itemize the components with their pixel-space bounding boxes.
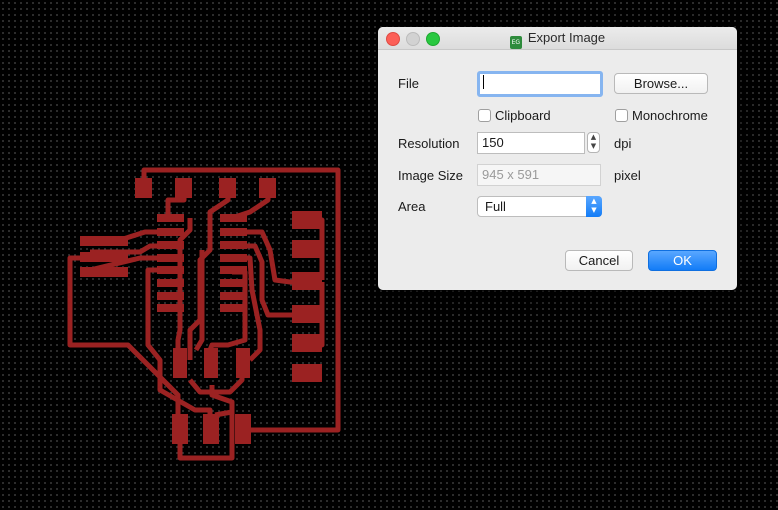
- file-label: File: [398, 76, 419, 91]
- resolution-label: Resolution: [398, 136, 460, 151]
- image-size-field: 945 x 591: [477, 164, 601, 186]
- stepper-up-icon[interactable]: ▲: [588, 133, 599, 142]
- window-title: Export Image: [527, 30, 606, 45]
- monochrome-checkbox[interactable]: [615, 109, 628, 122]
- monochrome-label[interactable]: Monochrome: [632, 108, 708, 123]
- resolution-stepper[interactable]: ▲ ▼: [587, 132, 600, 153]
- file-input[interactable]: [477, 71, 603, 97]
- chevron-up-down-icon[interactable]: ▲ ▼: [586, 196, 602, 217]
- resolution-unit: dpi: [614, 136, 632, 151]
- clipboard-label[interactable]: Clipboard: [495, 108, 551, 123]
- stepper-down-icon[interactable]: ▼: [588, 142, 599, 151]
- dialog-titlebar[interactable]: EG Export Image: [378, 27, 737, 50]
- area-label: Area: [398, 199, 426, 214]
- cancel-button[interactable]: Cancel: [565, 250, 633, 271]
- area-select[interactable]: Full ▲ ▼: [477, 196, 602, 217]
- resolution-input[interactable]: 150: [477, 132, 585, 154]
- clipboard-checkbox[interactable]: [478, 109, 491, 122]
- eagle-app-icon: EG: [509, 36, 522, 49]
- browse-button[interactable]: Browse...: [614, 73, 708, 94]
- window-title-group: EG Export Image: [378, 30, 737, 49]
- area-select-value: Full: [485, 199, 506, 214]
- text-cursor: [483, 75, 484, 89]
- ok-button[interactable]: OK: [648, 250, 717, 271]
- export-image-dialog: EG Export Image File Browse... Clipboard …: [378, 27, 737, 290]
- image-size-label: Image Size: [398, 168, 464, 183]
- image-size-unit: pixel: [614, 168, 641, 183]
